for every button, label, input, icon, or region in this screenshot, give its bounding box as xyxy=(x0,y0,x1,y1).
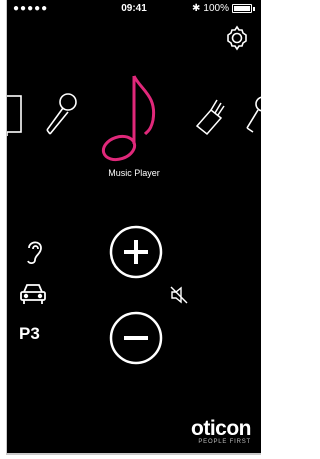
tv-adapter-icon[interactable] xyxy=(193,96,229,141)
volume-down-button[interactable] xyxy=(108,310,164,366)
speaker-mute-icon[interactable] xyxy=(169,284,191,306)
ear-icon[interactable] xyxy=(23,238,55,271)
minus-icon xyxy=(109,311,163,365)
tv-icon[interactable] xyxy=(7,92,27,143)
battery-icon xyxy=(232,4,252,13)
phone-clip-icon[interactable] xyxy=(243,92,261,143)
status-bar: ●●●●● 09:41 ✱ 100% xyxy=(7,0,261,18)
plus-icon xyxy=(109,225,163,279)
settings-gear-icon[interactable] xyxy=(223,24,251,52)
microphone-icon[interactable] xyxy=(39,90,81,143)
car-icon[interactable] xyxy=(19,283,55,310)
program-carousel[interactable] xyxy=(7,62,261,182)
side-icons xyxy=(19,238,55,310)
bluetooth-icon: ✱ xyxy=(192,3,201,14)
program-name: Music Player xyxy=(108,168,160,178)
program-code: P3 xyxy=(19,324,40,343)
brand-tagline: PEOPLE FIRST xyxy=(198,439,251,445)
app-screen: ●●●●● 09:41 ✱ 100% Music Player P3 otico… xyxy=(6,0,261,455)
oticon-logo: oticon PEOPLE FIRST xyxy=(191,417,252,445)
volume-up-button[interactable] xyxy=(108,224,164,280)
battery-level: 100% xyxy=(203,3,229,14)
status-right: ✱ 100% xyxy=(192,3,255,14)
brand-name: oticon xyxy=(191,417,252,440)
music-note-icon[interactable] xyxy=(101,72,165,173)
